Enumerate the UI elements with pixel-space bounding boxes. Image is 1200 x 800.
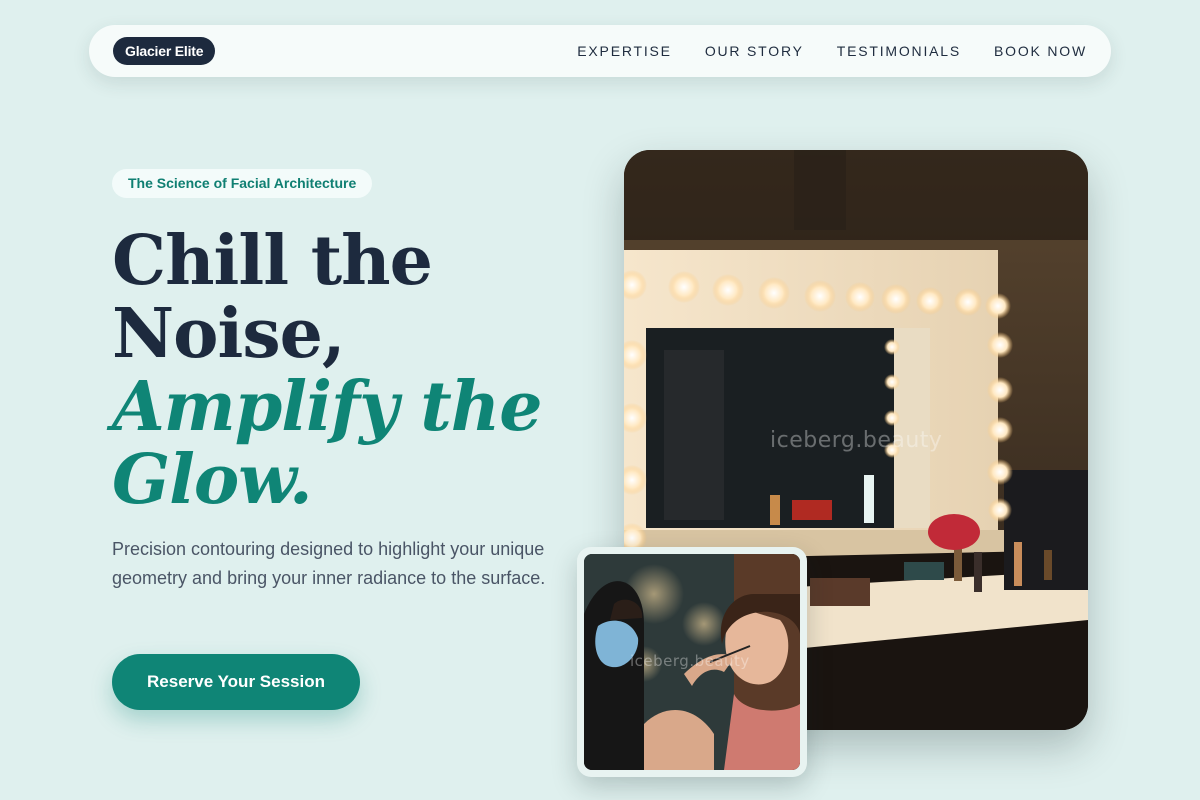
headline-accent-line-1: Amplify the <box>112 367 542 447</box>
reserve-session-button[interactable]: Reserve Your Session <box>112 654 360 710</box>
top-navigation: Glacier Elite EXPERTISE OUR STORY TESTIM… <box>89 25 1111 77</box>
makeup-artist-photo: iceberg.beauty <box>584 554 800 770</box>
nav-link-testimonials[interactable]: TESTIMONIALS <box>837 43 961 59</box>
hero-description: Precision contouring designed to highlig… <box>112 539 546 588</box>
nav-link-our-story[interactable]: OUR STORY <box>705 43 804 59</box>
brand-logo[interactable]: Glacier Elite <box>113 37 216 65</box>
nav-links: EXPERTISE OUR STORY TESTIMONIALS BOOK NO… <box>544 25 1087 77</box>
headline-line-1: Chill the <box>112 221 433 301</box>
hero-headline: Chill the Noise, Amplify the Glow. <box>112 225 582 517</box>
hero-eyebrow-badge: The Science of Facial Architecture <box>112 169 373 198</box>
nav-link-book-now[interactable]: BOOK NOW <box>994 43 1087 59</box>
nav-link-expertise[interactable]: EXPERTISE <box>577 43 672 59</box>
headline-accent-line-2: Glow. <box>112 440 313 520</box>
headline-line-2: Noise, <box>112 294 346 374</box>
photo-watermark: iceberg.beauty <box>770 428 943 453</box>
inset-photo-watermark: iceberg.beauty <box>630 652 750 670</box>
makeup-artist-photo-frame: iceberg.beauty <box>577 547 807 777</box>
